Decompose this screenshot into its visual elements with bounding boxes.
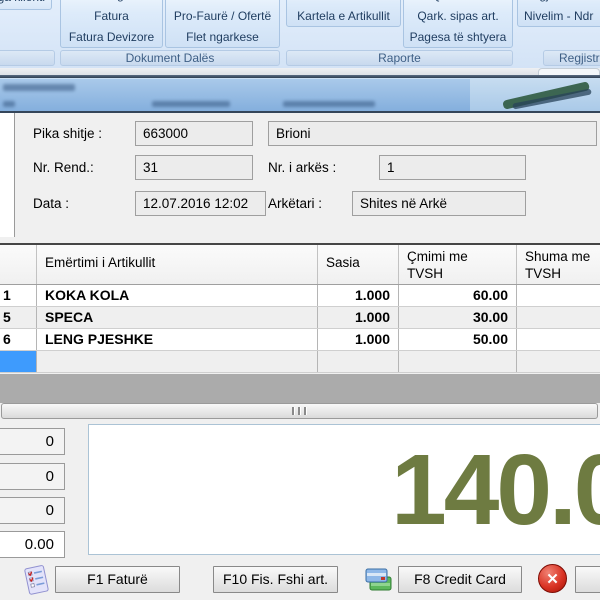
items-table: Emërtimi i Artikullit Sasia Çmimi me TVS… — [0, 245, 600, 373]
blurred-text — [152, 101, 230, 107]
blurred-text — [3, 101, 15, 107]
col-header-sasia[interactable]: Sasia — [318, 245, 399, 284]
cell-sasia: 1.000 — [318, 307, 399, 328]
ribbon-column-fatura: Fletdërgese Fatura Fatura Devizore — [60, 0, 163, 48]
sale-header-form: Pika shitje : 663000 Brioni Nr. Rend.: 3… — [0, 113, 600, 243]
cell-cmimi: 30.00 — [399, 307, 517, 328]
ribbon-column-qarkullimi: Qarkullimi Qark. sipas art. Pagesa të sh… — [403, 0, 513, 48]
arketari-field[interactable]: Shites në Arkë — [352, 191, 526, 216]
cell-rownum: 6 — [0, 329, 37, 350]
cancel-icon[interactable]: ✕ — [538, 564, 567, 593]
ribbon-column-kartela: Rezerva Kartela e Artikullit — [286, 0, 401, 27]
credit-cards-icon[interactable] — [364, 565, 394, 595]
f10-fshi-art-button[interactable]: F10 Fis. Fshi art. — [213, 566, 338, 593]
arketari-label: Arkëtari : — [268, 191, 322, 216]
nr-rend-field[interactable]: 31 — [135, 155, 253, 180]
blurred-text — [283, 101, 375, 107]
cell-name: LENG PJESHKE — [37, 329, 318, 350]
table-header-row: Emërtimi i Artikullit Sasia Çmimi me TVS… — [0, 245, 600, 285]
total-field-4[interactable]: 0.00 — [0, 531, 65, 558]
ribbon-button-pagesa-shtyera[interactable]: Pagesa të shtyera — [404, 27, 512, 48]
table-row-empty-selected[interactable] — [0, 351, 600, 373]
cell-name: SPECA — [37, 307, 318, 328]
document-titlebar — [0, 78, 600, 111]
ribbon: ga klienti Fletdërgese Fatura Fatura Dev… — [0, 0, 600, 68]
ribbon-column-regjistrim: Regjistrim Ko Nivelim - Ndr — [517, 0, 600, 27]
pos-window: ga klienti Fletdërgese Fatura Fatura Dev… — [0, 0, 600, 600]
partial-right-button[interactable] — [575, 566, 600, 593]
cell-shuma: 50.00 — [517, 329, 600, 350]
f1-fature-button[interactable]: F1 Faturë — [55, 566, 180, 593]
col-header-cmimi[interactable]: Çmimi me TVSH — [399, 245, 517, 284]
ribbon-button-klienti[interactable]: ga klienti — [0, 0, 52, 10]
ribbon-bottom-tab — [538, 68, 600, 75]
cell-cmimi: 50.00 — [399, 329, 517, 350]
blurred-text — [3, 84, 75, 91]
selected-cell[interactable] — [0, 351, 37, 372]
horizontal-splitter[interactable] — [1, 403, 598, 419]
data-label: Data : — [33, 191, 69, 216]
cell-rownum: 1 — [0, 285, 37, 306]
ribbon-group-dokument-dales: Dokument Dalës — [60, 50, 280, 66]
grand-total-display: 140.00 — [88, 424, 600, 555]
ribbon-button-pro-fature[interactable]: Pro-Faurë / Ofertë — [166, 6, 279, 27]
ribbon-button-fatura[interactable]: Fatura — [61, 6, 162, 27]
cell-cmimi — [399, 351, 517, 372]
table-row[interactable]: 6 LENG PJESHKE 1.000 50.00 50.00 — [0, 329, 600, 351]
nr-arkes-label: Nr. i arkës : — [268, 155, 336, 180]
nr-arkes-field[interactable]: 1 — [379, 155, 526, 180]
ribbon-button-fatura-devizore[interactable]: Fatura Devizore — [61, 27, 162, 48]
table-row[interactable]: 1 KOKA KOLA 1.000 60.00 60.00 — [0, 285, 600, 307]
cell-shuma: 60.00 — [517, 285, 600, 306]
col-header-shuma[interactable]: Shuma me TVSH — [517, 245, 600, 284]
table-row[interactable]: 5 SPECA 1.000 30.00 30.00 — [0, 307, 600, 329]
pen-logo-icon — [470, 79, 600, 112]
ribbon-button-nivelim[interactable]: Nivelim - Ndr — [518, 6, 600, 27]
ribbon-group-regjistr: Regjistr — [543, 50, 600, 66]
cell-rownum: 5 — [0, 307, 37, 328]
col-header-emertimi[interactable]: Emërtimi i Artikullit — [37, 245, 318, 284]
pika-shitje-label: Pika shitje : — [33, 121, 102, 146]
cell-shuma: 30.00 — [517, 307, 600, 328]
cell-cmimi: 60.00 — [399, 285, 517, 306]
nr-rend-label: Nr. Rend.: — [33, 155, 94, 180]
pika-shitje-name-field[interactable]: Brioni — [268, 121, 597, 146]
ribbon-bottom-strip — [0, 68, 600, 75]
table-filler-area — [0, 374, 600, 403]
cell-sasia: 1.000 — [318, 329, 399, 350]
cell-sasia — [318, 351, 399, 372]
cell-shuma — [517, 351, 600, 372]
total-field-3[interactable]: 0 — [0, 497, 65, 524]
col-header-rownum[interactable] — [0, 245, 37, 284]
grand-total-value: 140.00 — [391, 440, 600, 540]
ribbon-column-oferte: Kthim malli Pro-Faurë / Ofertë Flet ngar… — [165, 0, 280, 48]
ribbon-button-kartela-artikullit[interactable]: Kartela e Artikullit — [287, 6, 400, 27]
ribbon-button-flet-ngarkese[interactable]: Flet ngarkese — [166, 27, 279, 48]
total-field-2[interactable]: 0 — [0, 463, 65, 490]
col-header-shuma-text: Shuma me TVSH — [525, 248, 600, 282]
left-margin-strip — [0, 113, 15, 237]
checklist-icon[interactable] — [20, 563, 52, 597]
ribbon-button-qark-sipas-art[interactable]: Qark. sipas art. — [404, 6, 512, 27]
ribbon-group-left-partial — [0, 50, 55, 66]
titlebar-logo-area — [470, 79, 600, 112]
cell-sasia: 1.000 — [318, 285, 399, 306]
col-header-cmimi-text: Çmimi me TVSH — [407, 248, 489, 282]
ribbon-group-raporte: Raporte — [286, 50, 513, 66]
cell-name: KOKA KOLA — [37, 285, 318, 306]
pika-shitje-code-field[interactable]: 663000 — [135, 121, 253, 146]
total-field-1[interactable]: 0 — [0, 428, 65, 455]
data-field[interactable]: 12.07.2016 12:02 — [135, 191, 266, 216]
f8-credit-card-button[interactable]: F8 Credit Card — [398, 566, 522, 593]
splitter-grip-icon — [291, 407, 309, 415]
cell-name — [37, 351, 318, 372]
